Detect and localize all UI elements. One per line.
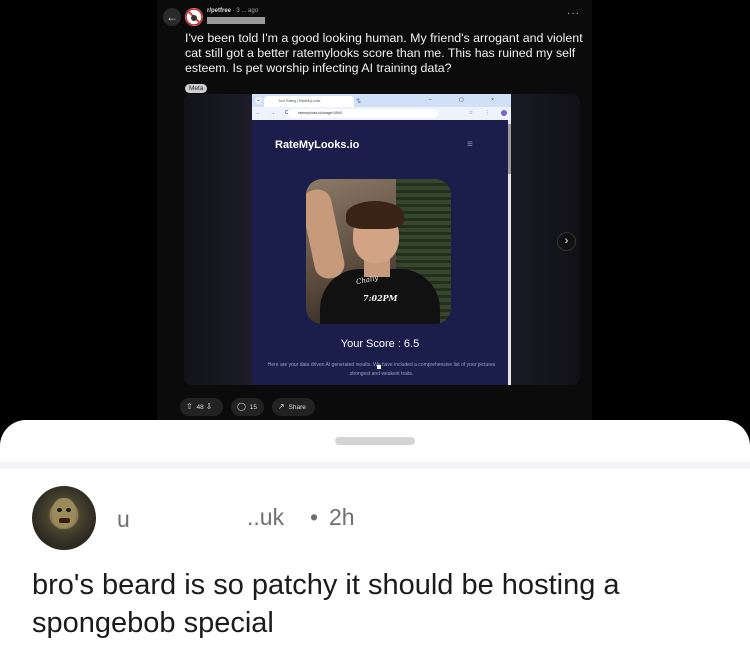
comment-time: 2h	[329, 504, 355, 530]
avatar-eye	[66, 508, 71, 512]
comment-body: bro's beard is so patchy it should be ho…	[32, 569, 620, 639]
upvote-icon[interactable]: ⇧	[186, 402, 193, 411]
commenter-username-start[interactable]: u	[117, 506, 130, 533]
cursor-marker	[377, 365, 381, 369]
browser-url: ratemylooks.io/image/1954/	[288, 109, 438, 118]
media-backdrop-left	[184, 94, 254, 385]
commenter-avatar[interactable]	[32, 486, 96, 550]
browser-tab-bar: ⌄ Your Rating | RateMyLooks × + – ▢ ×	[252, 94, 511, 107]
tab-list-icon: ⌄	[255, 97, 262, 104]
avatar-head	[52, 498, 76, 528]
back-button[interactable]: ←	[163, 8, 181, 26]
comment-count: 15	[249, 404, 257, 411]
avatar-eye	[57, 508, 62, 512]
browser-tab: Your Rating | RateMyLooks ×	[264, 96, 361, 107]
subreddit-name[interactable]: r/petfree	[207, 8, 231, 14]
window-controls: – ▢ ×	[428, 97, 507, 103]
embedded-browser-screenshot: ⌄ Your Rating | RateMyLooks × + – ▢ × ← …	[252, 94, 511, 385]
new-tab-icon: +	[356, 97, 361, 104]
photo-timestamp: 7:02PM	[363, 293, 398, 303]
profile-icon	[501, 109, 507, 116]
photo-hair	[346, 201, 404, 229]
meta-separator: •	[310, 504, 319, 530]
site-logo: RateMyLooks.io	[275, 139, 360, 151]
more-options-icon[interactable]: ···	[567, 8, 580, 19]
post-age: · 3 ... ago	[232, 8, 259, 14]
hamburger-menu-icon: ≡	[467, 139, 473, 150]
browser-nav-icons: ← → C	[256, 110, 293, 116]
browser-address-bar: ← → C ratemylooks.io/image/1954/ ☆ ⋮	[252, 107, 511, 120]
sheet-drag-handle[interactable]	[335, 437, 415, 445]
post-flair: Meta	[185, 84, 208, 93]
next-image-button[interactable]: ›	[557, 232, 576, 251]
redacted-username	[207, 17, 265, 24]
comment-icon: ◯	[237, 402, 246, 411]
sheet-divider	[0, 462, 750, 469]
comments-button[interactable]: ◯ 15	[231, 398, 264, 416]
rated-photo: Chaliy 7:02PM	[306, 179, 451, 324]
avatar-mouth	[59, 518, 70, 523]
score-description: Here are your data driven AI generated r…	[267, 362, 496, 377]
subreddit-avatar[interactable]	[185, 8, 203, 26]
vote-count: 48	[196, 404, 204, 411]
share-button[interactable]: ↗ Share	[272, 398, 315, 416]
browser-toolbar-icons: ☆ ⋮	[469, 107, 507, 120]
commenter-username-end[interactable]: ..uk	[247, 504, 284, 531]
comment-sheet: u ..uk • 2h bro's beard is so patchy it …	[0, 420, 750, 652]
downvote-icon[interactable]: ⇩	[206, 402, 213, 411]
post-meta: r/petfree · 3 ... ago	[207, 8, 258, 14]
post-title[interactable]: I've been told I'm a good looking human.…	[185, 31, 585, 76]
score-text: Your Score : 6.5	[340, 338, 420, 350]
browser-scroll-thumb	[508, 124, 511, 174]
share-icon: ↗	[278, 402, 285, 411]
share-label: Share	[288, 404, 306, 411]
vote-pill: ⇧ 48 ⇩	[180, 398, 223, 416]
browser-tab-title: Your Rating | RateMyLooks	[278, 99, 321, 103]
